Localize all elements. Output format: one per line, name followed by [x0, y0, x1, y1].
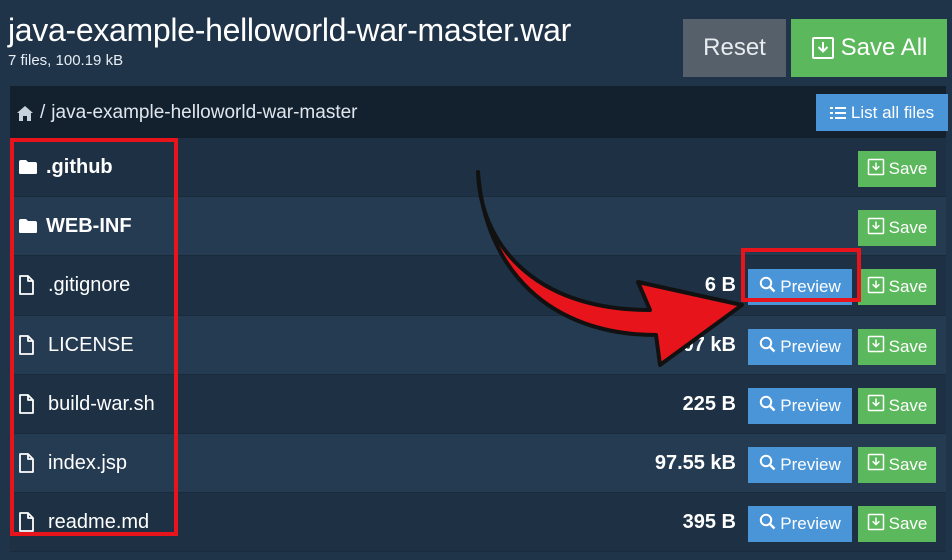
list-all-files-button[interactable]: List all files	[816, 94, 948, 131]
home-icon[interactable]	[16, 105, 34, 122]
breadcrumb: / java-example-helloworld-war-master Lis…	[10, 86, 948, 138]
breadcrumb-trail: / java-example-helloworld-war-master	[16, 102, 358, 124]
folder-row[interactable]: WEB-INF Save	[10, 197, 946, 257]
entry-size: 225 B	[682, 392, 736, 415]
file-icon	[18, 393, 34, 419]
preview-button[interactable]: Preview	[748, 506, 852, 543]
preview-label: Preview	[780, 514, 841, 534]
save-label: Save	[888, 218, 928, 238]
file-row[interactable]: build-war.sh 225 B Preview Save	[10, 374, 946, 434]
entry-size: 395 B	[682, 511, 736, 534]
search-icon	[759, 513, 776, 535]
save-button[interactable]: Save	[858, 506, 936, 543]
save-label: Save	[888, 454, 928, 474]
entry-name[interactable]: index.jsp	[48, 452, 127, 475]
entry-size: 6 B	[704, 274, 736, 297]
list-all-files-label: List all files	[850, 102, 935, 122]
search-icon	[759, 454, 776, 476]
folder-row[interactable]: .github Save	[10, 138, 946, 198]
save-label: Save	[888, 336, 928, 356]
entry-name[interactable]: LICENSE	[48, 334, 134, 357]
preview-button[interactable]: Preview	[748, 446, 852, 483]
breadcrumb-current: java-example-helloworld-war-master	[51, 102, 358, 123]
search-icon	[759, 336, 776, 358]
search-icon	[759, 395, 776, 417]
file-row[interactable]: readme.md 395 B Preview Save	[10, 493, 946, 553]
download-icon	[867, 217, 885, 240]
save-label: Save	[888, 159, 928, 178]
save-all-label: Save All	[840, 34, 928, 61]
entry-name[interactable]: .github	[46, 156, 113, 179]
breadcrumb-separator: /	[40, 102, 46, 123]
save-button[interactable]: Save	[858, 387, 936, 424]
folder-icon	[18, 159, 38, 180]
entry-name[interactable]: readme.md	[48, 511, 149, 534]
preview-label: Preview	[780, 277, 841, 297]
entry-name[interactable]: WEB-INF	[46, 215, 132, 238]
file-icon	[18, 334, 34, 360]
save-button[interactable]: Save	[858, 210, 936, 247]
preview-label: Preview	[780, 454, 841, 474]
folder-icon	[18, 218, 38, 239]
entry-size: 97.55 kB	[654, 451, 736, 474]
download-icon	[867, 335, 885, 358]
search-icon	[759, 276, 776, 298]
save-label: Save	[888, 277, 928, 297]
download-icon	[867, 394, 885, 417]
save-button[interactable]: Save	[858, 446, 936, 483]
file-icon	[18, 275, 34, 300]
preview-button[interactable]: Preview	[748, 328, 852, 365]
archive-summary: 7 files, 100.19 kB	[8, 52, 124, 69]
download-icon	[867, 453, 885, 476]
reset-button-label: Reset	[703, 34, 766, 61]
save-all-button[interactable]: Save All	[791, 19, 947, 77]
reset-button[interactable]: Reset	[683, 19, 786, 77]
save-button[interactable]: Save	[858, 269, 936, 306]
file-row[interactable]: .gitignore 6 B Preview Save	[10, 256, 946, 316]
archive-title: java-example-helloworld-war-master.war	[8, 12, 572, 48]
preview-button[interactable]: Preview	[748, 387, 852, 424]
list-icon	[829, 106, 846, 119]
entry-size: 1.07 kB	[665, 333, 736, 356]
download-icon	[811, 37, 834, 59]
download-icon	[867, 276, 885, 299]
save-label: Save	[888, 514, 928, 534]
file-list: .github Save WEB-INF Save .gitignore 6 B Previ…	[10, 138, 946, 553]
preview-label: Preview	[780, 336, 841, 356]
file-icon	[18, 512, 34, 537]
download-icon	[867, 513, 885, 536]
save-button[interactable]: Save	[858, 328, 936, 365]
entry-name[interactable]: .gitignore	[48, 274, 130, 297]
file-row[interactable]: LICENSE 1.07 kB Preview Save	[10, 315, 946, 375]
save-label: Save	[888, 395, 928, 415]
header: java-example-helloworld-war-master.war 7…	[0, 0, 952, 86]
preview-button[interactable]: Preview	[748, 269, 852, 306]
download-icon	[867, 158, 885, 181]
save-button[interactable]: Save	[858, 151, 936, 187]
file-icon	[18, 453, 34, 478]
preview-label: Preview	[780, 395, 841, 415]
file-row[interactable]: index.jsp 97.55 kB Preview Save	[10, 433, 946, 494]
entry-name[interactable]: build-war.sh	[48, 393, 155, 416]
